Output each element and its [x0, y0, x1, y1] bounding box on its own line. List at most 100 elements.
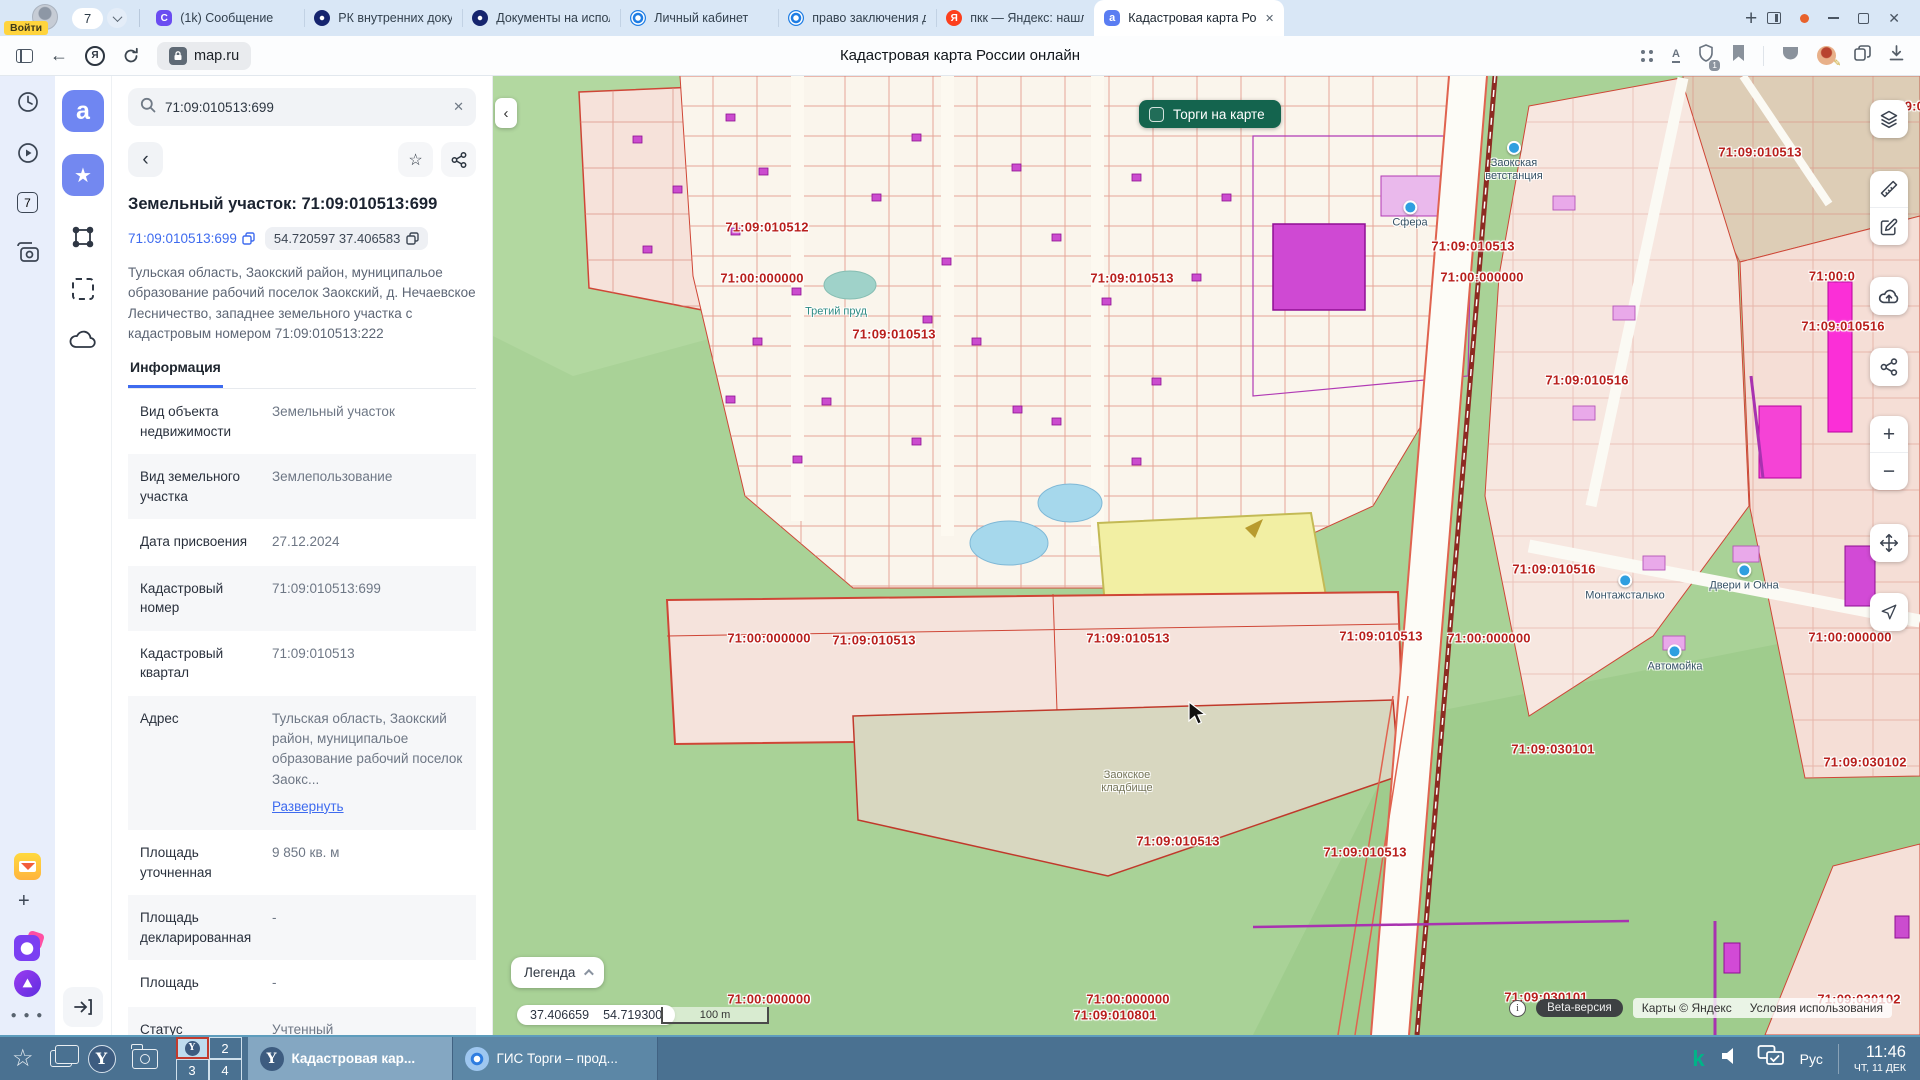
cloud-icon[interactable] [69, 328, 97, 350]
map-poi[interactable]: Заокская ветстанция [1474, 141, 1554, 183]
search-input[interactable]: 71:09:010513:699 ✕ [128, 88, 476, 126]
displays-icon[interactable] [1757, 1044, 1785, 1073]
taskbar-windows-icon[interactable] [50, 1050, 72, 1067]
yandex-icon[interactable]: Я [85, 46, 105, 66]
map-poi[interactable]: Сфера [1392, 200, 1427, 229]
taskbar-star-icon[interactable]: ☆ [12, 1044, 34, 1073]
map-poi[interactable]: Двери и Окна [1709, 563, 1778, 592]
tab-close-icon[interactable]: ✕ [1265, 12, 1274, 25]
pan-icon[interactable] [1870, 525, 1908, 562]
favorite-star-icon[interactable]: ☆ [398, 142, 433, 177]
map-canvas[interactable]: 71:09:071:09:01051371:09:01051271:00:000… [493, 76, 1920, 1035]
terms-link[interactable]: Условия использования [1750, 1001, 1883, 1015]
browser-tab[interactable]: РК внутренних докумен [304, 0, 462, 36]
workspace-cell[interactable]: 4 [209, 1059, 242, 1080]
cadastral-number-link[interactable]: 71:09:010513:699 [128, 231, 255, 246]
bookmark-flag-icon[interactable] [1732, 45, 1745, 66]
search-value[interactable]: 71:09:010513:699 [165, 100, 444, 115]
browser-tab[interactable]: Документы на исполнен [462, 0, 620, 36]
taskbar-yandex-icon[interactable]: Y [88, 1045, 116, 1073]
layers-control[interactable] [1870, 100, 1908, 138]
refresh-icon[interactable] [122, 47, 140, 65]
map-poi[interactable]: Автомойка [1648, 644, 1703, 673]
app-logo[interactable]: a [62, 90, 104, 132]
screenshot-icon[interactable] [15, 240, 41, 264]
mail-icon[interactable] [14, 853, 41, 880]
back-button[interactable]: ← [50, 45, 68, 66]
tab-counter[interactable]: 7 [72, 8, 127, 29]
reader-mode-icon[interactable]: A [1672, 48, 1680, 63]
zoom-in-button[interactable]: + [1870, 416, 1908, 453]
volume-icon[interactable] [1720, 1046, 1742, 1071]
coordinates-chip[interactable]: 54.720597 37.406583 [265, 227, 429, 250]
expand-link[interactable]: Развернуть [272, 797, 464, 817]
browser-tab[interactable]: a Кадастровая карта Рос ✕ [1094, 0, 1284, 36]
pocket-save-icon[interactable] [1782, 46, 1799, 66]
address-bar[interactable]: map.ru [157, 42, 251, 70]
sidebar-toggle-icon[interactable] [16, 49, 33, 63]
share-control[interactable] [1870, 348, 1908, 386]
profile-edit-icon[interactable] [1817, 46, 1836, 65]
alice-icon[interactable] [14, 970, 41, 997]
share-icon[interactable] [1870, 349, 1908, 386]
sign-in-badge[interactable]: Войти [4, 21, 48, 35]
locate-icon[interactable] [1870, 594, 1908, 631]
share-icon[interactable] [441, 142, 476, 177]
player-icon[interactable] [16, 141, 40, 165]
browser-tab[interactable]: Личный кабинет [620, 0, 778, 36]
torgi-checkbox[interactable] [1149, 107, 1164, 122]
tabs-sync-icon[interactable] [1854, 45, 1871, 66]
panel-collapse-button[interactable]: ‹ [495, 98, 517, 128]
close-button[interactable]: ✕ [1888, 11, 1900, 25]
browser-tab[interactable]: Я пкк — Яндекс: нашлось [936, 0, 1094, 36]
favorites-star-button[interactable]: ★ [62, 154, 104, 196]
add-icon[interactable]: + [18, 890, 30, 913]
ruler-icon[interactable] [1870, 171, 1908, 208]
history-icon[interactable] [16, 90, 40, 114]
layers-icon[interactable] [1870, 101, 1908, 138]
taskbar-folder-icon[interactable] [132, 1049, 158, 1069]
panel-window-icon[interactable] [1767, 12, 1781, 24]
messenger-icon[interactable] [14, 935, 40, 961]
legend-button[interactable]: Легенда [511, 957, 604, 988]
browser-profile[interactable]: Войти [4, 0, 66, 36]
download-icon[interactable] [1889, 45, 1904, 66]
select-area-icon[interactable] [72, 278, 94, 300]
workspace-cell[interactable]: 2 [209, 1037, 242, 1059]
map-poi[interactable]: Третий пруд [805, 305, 867, 318]
clear-search-icon[interactable]: ✕ [453, 99, 464, 115]
protect-shield-icon[interactable]: 1 [1698, 44, 1714, 67]
language-indicator[interactable]: Рус [1800, 1051, 1823, 1067]
browser-tab[interactable]: C (1k) Сообщение [146, 0, 304, 36]
maximize-button[interactable] [1858, 13, 1869, 24]
torgi-toggle-button[interactable]: Торги на карте [1139, 100, 1281, 128]
sign-in-arrow-icon[interactable] [63, 987, 103, 1027]
info-icon[interactable]: i [1509, 1000, 1526, 1017]
map-poi[interactable]: Заокское кладбище [1087, 769, 1167, 795]
zoom-out-button[interactable]: − [1870, 453, 1908, 490]
k-app-icon[interactable]: k [1692, 1046, 1704, 1072]
url-text[interactable]: map.ru [194, 48, 239, 64]
map-poi[interactable]: Монтажсталько [1585, 573, 1665, 602]
pan-control[interactable] [1870, 524, 1908, 562]
apps-grid-icon[interactable] [1640, 49, 1654, 63]
new-tab-button[interactable]: + [1745, 8, 1757, 29]
draw-polygon-icon[interactable] [70, 224, 96, 250]
tab-count[interactable]: 7 [72, 8, 103, 29]
minimize-button[interactable] [1828, 17, 1839, 19]
workspace-cell[interactable]: 3 [176, 1059, 209, 1080]
locate-control[interactable] [1870, 593, 1908, 631]
lock-icon[interactable] [169, 47, 187, 65]
edit-icon[interactable] [1870, 208, 1908, 245]
panel-back-button[interactable]: ‹ [128, 142, 163, 177]
task-button[interactable]: ГИС Торги – прод... [453, 1037, 658, 1080]
tab-groups-icon[interactable]: 7 [17, 192, 38, 213]
workspace-1-active[interactable]: Y [176, 1037, 209, 1059]
more-icon[interactable]: ● ● ● [0, 1010, 55, 1021]
task-button[interactable]: Y Кадастровая кар... [248, 1037, 453, 1080]
tab-list-chevron[interactable] [107, 8, 127, 28]
cloud-upload-icon[interactable] [1870, 278, 1908, 315]
clock[interactable]: 11:46 ЧТ, 11 ДЕК [1854, 1043, 1906, 1074]
upload-control[interactable] [1870, 277, 1908, 315]
browser-tab[interactable]: право заключения догов [778, 0, 936, 36]
